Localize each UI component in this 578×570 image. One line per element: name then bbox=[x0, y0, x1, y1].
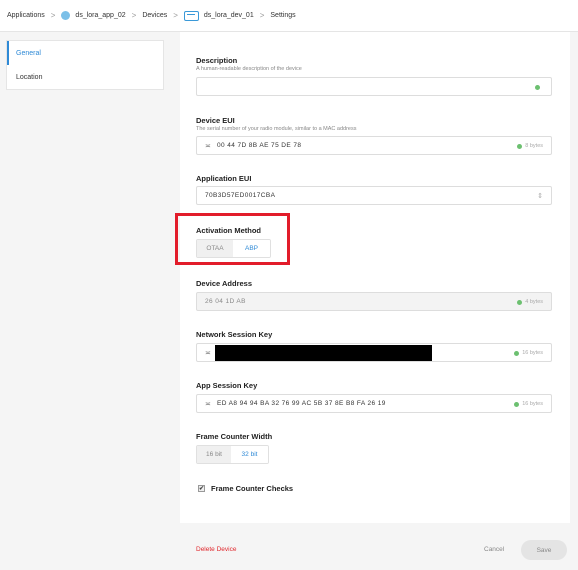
app-session-key-input[interactable]: ≍ ED A8 94 94 BA 32 76 99 AC 5B 37 8E B8… bbox=[196, 394, 552, 413]
sidebar-item-general[interactable]: General bbox=[7, 41, 163, 65]
valid-indicator-icon bbox=[535, 85, 540, 90]
breadcrumb-separator: > bbox=[131, 11, 137, 20]
frame-counter-16bit-option[interactable]: 16 bit bbox=[197, 446, 231, 463]
description-input[interactable] bbox=[196, 77, 552, 96]
byte-order-toggle-icon[interactable]: ≍ bbox=[205, 349, 211, 357]
breadcrumb: Applications > ds_lora_app_02 > Devices … bbox=[0, 0, 578, 32]
valid-indicator-icon bbox=[517, 143, 523, 149]
device-icon bbox=[183, 10, 199, 21]
device-eui-label: Device EUI bbox=[196, 116, 235, 125]
byte-order-toggle-icon[interactable]: ≍ bbox=[205, 142, 211, 150]
byte-count: 16 bytes bbox=[514, 401, 543, 407]
device-address-label: Device Address bbox=[196, 279, 253, 288]
save-button[interactable]: Save bbox=[521, 540, 567, 560]
frame-counter-checks-row: ✔ Frame Counter Checks bbox=[198, 484, 293, 493]
breadcrumb-app[interactable]: ds_lora_app_02 bbox=[75, 12, 125, 19]
app-eui-value: 70B3D57ED0017CBA bbox=[205, 192, 276, 199]
settings-sidebar: General Location bbox=[6, 40, 164, 90]
app-session-key-label: App Session Key bbox=[196, 381, 258, 390]
nwk-session-key-input[interactable]: ≍ 16 bytes bbox=[196, 343, 552, 362]
byte-order-toggle-icon[interactable]: ≍ bbox=[205, 400, 211, 408]
frame-counter-32bit-option[interactable]: 32 bit bbox=[231, 446, 268, 463]
description-label: Description bbox=[196, 56, 238, 65]
breadcrumb-applications[interactable]: Applications bbox=[7, 12, 45, 19]
select-chevron-icon: ⇕ bbox=[537, 193, 543, 200]
byte-count-text: 16 bytes bbox=[522, 350, 543, 356]
description-hint: A human-readable description of the devi… bbox=[196, 66, 302, 72]
valid-indicator-icon bbox=[514, 401, 520, 407]
device-eui-value: 00 44 7D 8B AE 75 DE 78 bbox=[217, 142, 302, 149]
byte-count: 16 bytes bbox=[514, 350, 543, 356]
breadcrumb-separator: > bbox=[50, 11, 56, 20]
frame-counter-width-label: Frame Counter Width bbox=[196, 432, 273, 441]
byte-count-text: 16 bytes bbox=[522, 401, 543, 407]
cancel-button[interactable]: Cancel bbox=[484, 546, 504, 553]
byte-count: 4 bytes bbox=[517, 299, 543, 305]
frame-counter-checks-checkbox[interactable]: ✔ bbox=[198, 485, 205, 492]
redaction-box bbox=[215, 345, 432, 361]
app-eui-label: Application EUI bbox=[196, 174, 252, 183]
delete-device-button[interactable]: Delete Device bbox=[196, 546, 236, 553]
sidebar-item-location[interactable]: Location bbox=[7, 65, 163, 89]
device-address-input: 26 04 1D AB 4 bytes bbox=[196, 292, 552, 311]
frame-counter-checks-label: Frame Counter Checks bbox=[211, 484, 294, 493]
device-eui-hint: The serial number of your radio module, … bbox=[196, 126, 357, 132]
app-session-key-value: ED A8 94 94 BA 32 76 99 AC 5B 37 8E B8 F… bbox=[217, 400, 386, 407]
breadcrumb-separator: > bbox=[173, 11, 178, 20]
breadcrumb-device[interactable]: ds_lora_dev_01 bbox=[204, 12, 254, 19]
device-eui-input[interactable]: ≍ 00 44 7D 8B AE 75 DE 78 8 bytes bbox=[196, 136, 552, 155]
breadcrumb-separator: > bbox=[259, 11, 265, 20]
app-eui-select[interactable]: 70B3D57ED0017CBA ⇕ bbox=[196, 186, 552, 205]
globe-icon bbox=[61, 11, 71, 20]
byte-count-text: 8 bytes bbox=[525, 143, 543, 149]
byte-count-text: 4 bytes bbox=[525, 299, 543, 305]
valid-indicator-icon bbox=[514, 350, 520, 356]
nwk-session-key-label: Network Session Key bbox=[196, 330, 273, 339]
valid-indicator-icon bbox=[517, 299, 523, 305]
frame-counter-width-toggle: 16 bit 32 bit bbox=[196, 445, 269, 464]
breadcrumb-devices[interactable]: Devices bbox=[142, 12, 167, 19]
highlight-annotation bbox=[175, 213, 290, 265]
byte-count: 8 bytes bbox=[517, 143, 543, 149]
device-address-value: 26 04 1D AB bbox=[205, 298, 246, 305]
breadcrumb-settings: Settings bbox=[270, 12, 296, 19]
